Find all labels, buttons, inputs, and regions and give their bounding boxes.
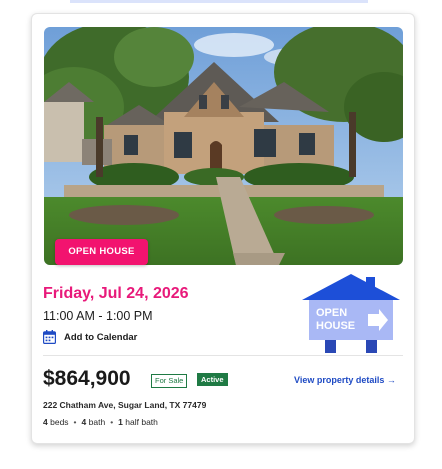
sign-text-house: HOUSE bbox=[316, 320, 355, 332]
bath-count: 4 bbox=[81, 417, 87, 427]
spec-separator: • bbox=[73, 417, 77, 427]
open-house-time: 11:00 AM - 1:00 PM bbox=[43, 309, 153, 323]
half-bath-label: half bath bbox=[125, 417, 158, 427]
for-sale-label: For Sale bbox=[151, 374, 188, 388]
beds-label: beds bbox=[50, 417, 69, 427]
calendar-icon bbox=[43, 330, 56, 344]
sign-text-open: OPEN bbox=[316, 307, 347, 319]
open-house-date: Friday, Jul 24, 2026 bbox=[43, 285, 189, 302]
open-house-badge: OPEN HOUSE bbox=[55, 239, 148, 265]
beds-count: 4 bbox=[43, 417, 48, 427]
view-property-details-link[interactable]: View property details → bbox=[294, 375, 396, 385]
divider bbox=[43, 355, 403, 356]
property-photo[interactable] bbox=[44, 27, 403, 265]
spec-separator: • bbox=[110, 417, 114, 427]
top-strip bbox=[70, 0, 368, 3]
bath-label: bath bbox=[88, 417, 106, 427]
add-to-calendar-button[interactable]: Add to Calendar bbox=[43, 329, 137, 345]
property-specs: 4 beds • 4 bath • 1 half bath bbox=[43, 417, 158, 427]
property-address: 222 Chatham Ave, Sugar Land, TX 77479 bbox=[43, 400, 207, 410]
open-house-sign-icon: OPEN HOUSE bbox=[302, 272, 400, 354]
status-badge: Active bbox=[197, 373, 228, 386]
listing-price: $864,900 bbox=[43, 367, 131, 390]
add-to-calendar-label: Add to Calendar bbox=[64, 331, 138, 343]
half-bath-count: 1 bbox=[118, 417, 123, 427]
